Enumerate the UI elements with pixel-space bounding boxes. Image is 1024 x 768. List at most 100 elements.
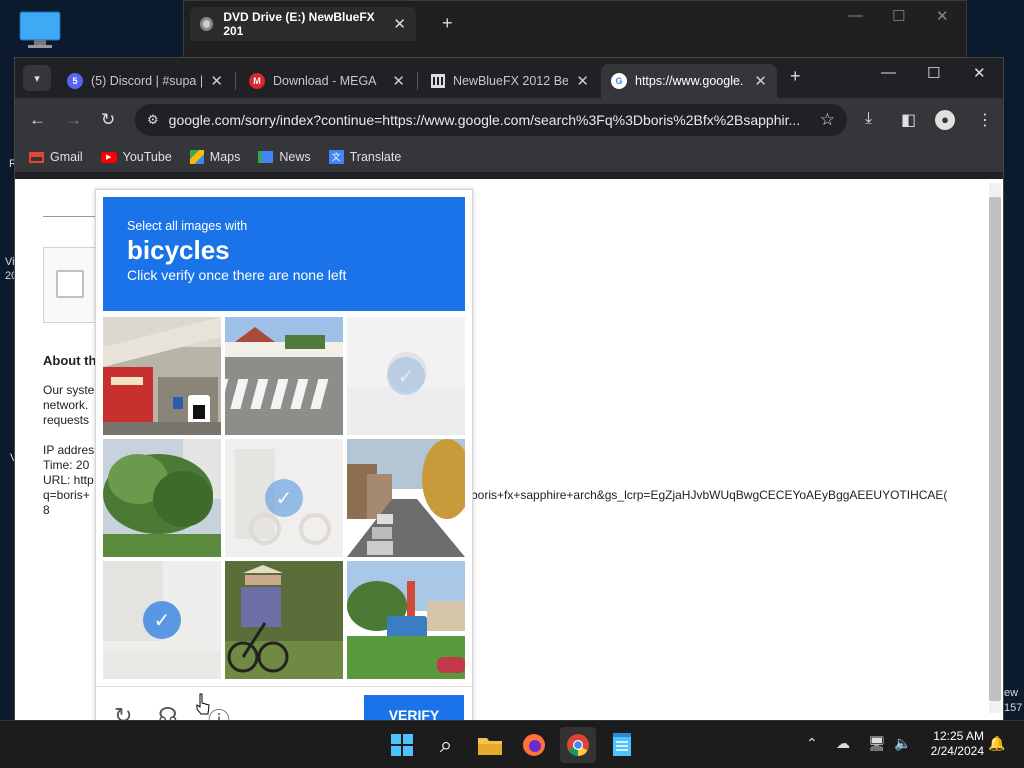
captcha-tile[interactable]: ✓ [347, 317, 465, 435]
bookmark-label: News [279, 150, 311, 164]
captcha-tile[interactable] [347, 439, 465, 557]
info-icon[interactable]: ⓘ [208, 703, 230, 720]
archive-icon [431, 74, 445, 88]
close-icon[interactable]: ✕ [576, 72, 589, 90]
tab-archive[interactable]: NewBlueFX 2012 Be ✕ [421, 64, 599, 98]
side-panel-icon[interactable]: ◧ [901, 110, 916, 130]
firefox-icon [523, 734, 545, 756]
back-icon[interactable]: ← [29, 110, 46, 130]
close-icon[interactable]: ✕ [973, 64, 986, 82]
maximize-icon[interactable]: ☐ [892, 7, 905, 25]
tab-label: Download - MEGA [273, 74, 377, 88]
search-button[interactable]: ⌕ [428, 727, 464, 763]
chevron-up-icon[interactable]: ⌃ [806, 735, 818, 752]
reload-icon[interactable]: ↻ [114, 703, 132, 720]
tab-label: NewBlueFX 2012 Be [452, 74, 569, 88]
clock-date: 2/24/2024 [930, 744, 984, 758]
close-icon[interactable]: ✕ [210, 72, 223, 90]
windows-icon [391, 734, 413, 756]
minimize-icon[interactable]: — [881, 64, 896, 81]
bookmark-label: Gmail [50, 150, 83, 164]
address-bar[interactable]: ⚙ google.com/sorry/index?continue=https:… [135, 104, 847, 136]
verify-button[interactable]: VERIFY [364, 695, 464, 720]
captcha-tile[interactable] [225, 317, 343, 435]
bookmark-news[interactable]: News [258, 150, 311, 164]
firefox-button[interactable] [516, 727, 552, 763]
folder-icon [478, 738, 502, 755]
chevron-down-icon: ▾ [34, 72, 40, 85]
bookmark-label: YouTube [122, 150, 172, 164]
tab-label: (5) Discord | #supa | [91, 74, 203, 88]
bookmark-label: Maps [209, 150, 241, 164]
taskbar: ⌕ ⌃ ☁ 🖥 🔈 12:25 AM 2/24/2024 🔔 [0, 720, 1024, 768]
captcha-tile[interactable] [225, 561, 343, 679]
tab-mega[interactable]: M Download - MEGA ✕ [239, 64, 415, 98]
explorer-tab[interactable]: DVD Drive (E:) NewBlueFX 201 ✕ [190, 7, 416, 41]
tab-discord[interactable]: 5 (5) Discord | #supa | ✕ [57, 64, 233, 98]
captcha-tile[interactable] [347, 561, 465, 679]
tab-label: https://www.google. [635, 74, 744, 88]
close-icon[interactable]: ✕ [392, 72, 405, 90]
recaptcha-checkbox[interactable] [56, 270, 84, 298]
check-icon: ✓ [265, 479, 303, 517]
url-text: google.com/sorry/index?continue=https://… [168, 112, 801, 128]
captcha-hint: Click verify once there are none left [127, 267, 347, 283]
captcha-tile[interactable]: ✓ [103, 561, 221, 679]
page-text: network. [43, 398, 89, 412]
tab-strip: ▾ 5 (5) Discord | #supa | ✕ M Download -… [15, 58, 1003, 98]
notepad-button[interactable] [604, 727, 640, 763]
translate-icon: 文 [328, 150, 344, 164]
bookmark-gmail[interactable]: Gmail [29, 150, 83, 164]
maximize-icon[interactable]: ☐ [927, 64, 940, 82]
page-text: requests [43, 413, 90, 427]
site-info-icon[interactable]: ⚙ [147, 112, 159, 128]
close-icon[interactable]: ✕ [393, 15, 406, 33]
minimize-icon[interactable]: — [848, 7, 863, 24]
new-tab-icon[interactable]: + [442, 13, 453, 34]
volume-icon[interactable]: 🔈 [894, 735, 911, 752]
tab-google[interactable]: G https://www.google. ✕ [601, 64, 777, 98]
forward-icon[interactable]: → [65, 110, 82, 130]
close-icon[interactable]: ✕ [754, 72, 767, 90]
clock[interactable]: 12:25 AM 2/24/2024 [920, 729, 984, 759]
reload-icon[interactable]: ↻ [101, 110, 115, 130]
tab-search-button[interactable]: ▾ [23, 65, 51, 91]
page-text: IP addres [43, 443, 95, 457]
profile-icon[interactable]: ● [935, 110, 955, 130]
page-content: About th Our syste network. requests IP … [15, 179, 1003, 720]
about-heading: About th [43, 353, 97, 368]
desktop-fragment: ew [1004, 687, 1019, 699]
file-explorer-button[interactable] [472, 727, 508, 763]
bookmark-youtube[interactable]: ▶ YouTube [100, 150, 172, 164]
browser-toolbar: ← → ↻ ⚙ google.com/sorry/index?continue=… [15, 98, 1003, 142]
more-menu-icon[interactable]: ⋮ [977, 110, 993, 130]
bookmark-maps[interactable]: Maps [189, 150, 241, 164]
maps-icon [189, 150, 204, 164]
captcha-header: Select all images with bicycles Click ve… [103, 197, 465, 311]
search-icon: ⌕ [439, 732, 453, 757]
this-pc-icon[interactable] [18, 10, 62, 50]
captcha-tile[interactable] [103, 317, 221, 435]
captcha-instruction: Select all images with [127, 219, 248, 233]
headphones-icon[interactable]: ☊ [158, 703, 178, 720]
page-text: Our syste [43, 383, 95, 397]
youtube-icon: ▶ [100, 151, 117, 163]
page-text: 8 [43, 503, 50, 517]
recaptcha-box [43, 247, 103, 323]
bookmarks-bar: Gmail ▶ YouTube Maps News 文 Translate [15, 142, 1003, 172]
download-icon[interactable]: ⤓ [865, 110, 872, 128]
start-button[interactable] [384, 727, 420, 763]
star-icon[interactable]: ☆ [820, 110, 835, 130]
onedrive-icon[interactable]: ☁ [836, 735, 850, 752]
bookmark-translate[interactable]: 文 Translate [328, 150, 401, 164]
scrollbar-thumb[interactable] [989, 197, 1001, 701]
network-icon[interactable]: 🖥 [868, 735, 886, 752]
captcha-tile[interactable] [103, 439, 221, 557]
file-explorer-window[interactable]: DVD Drive (E:) NewBlueFX 201 ✕ + — ☐ ✕ [183, 0, 967, 60]
captcha-tile[interactable]: ✓ [225, 439, 343, 557]
chrome-button[interactable] [560, 727, 596, 763]
new-tab-icon[interactable]: + [790, 66, 801, 87]
notification-bell-icon[interactable]: 🔔 [988, 735, 1005, 752]
desktop-fragment: 157 [1004, 702, 1023, 714]
close-icon[interactable]: ✕ [936, 7, 949, 25]
